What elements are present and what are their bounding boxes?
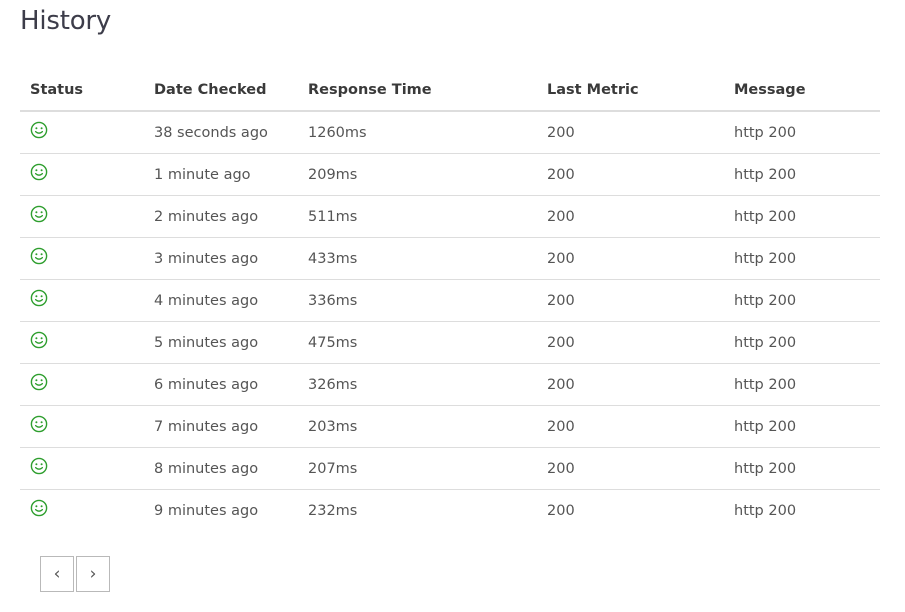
response-time-cell: 511ms [298, 195, 537, 238]
status-cell [20, 490, 144, 532]
next-page-button[interactable]: › [76, 556, 110, 592]
last-metric-cell: 200 [537, 405, 724, 448]
message-cell: http 200 [724, 447, 880, 490]
message-cell: http 200 [724, 237, 880, 280]
status-cell [20, 237, 144, 280]
smiley-face-icon [30, 205, 48, 223]
history-table: Status Date Checked Response Time Last M… [20, 70, 880, 531]
page-title: History [20, 6, 112, 36]
smiley-face-icon [30, 121, 48, 139]
smiley-face-icon [30, 457, 48, 475]
response-time-cell: 232ms [308, 502, 358, 519]
status-cell [20, 405, 144, 448]
last-metric-cell: 200 [537, 363, 724, 406]
status-cell [20, 363, 144, 406]
status-cell [20, 279, 144, 322]
date-checked-cell: 9 minutes ago [154, 502, 259, 519]
status-cell [20, 447, 144, 490]
message-cell: http 200 [724, 363, 880, 406]
smiley-face-icon [30, 163, 48, 181]
previous-page-button[interactable]: ‹ [40, 556, 74, 592]
smiley-face-icon [30, 331, 48, 349]
response-time-cell: 326ms [298, 363, 537, 406]
table-row: 8 minutes ago 207ms 200 http 200 [20, 447, 880, 490]
smiley-face-icon [30, 415, 48, 433]
chevron-right-icon: › [89, 564, 97, 584]
response-time-cell: 203ms [298, 405, 537, 448]
last-metric-cell: 200 [547, 502, 575, 519]
response-time-cell: 209ms [298, 153, 537, 196]
column-header-date-checked: Date Checked [144, 70, 298, 112]
response-time-cell: 1260ms [298, 111, 537, 154]
header-row: Status Date Checked Response Time Last M… [20, 70, 880, 112]
table-row: 2 minutes ago 511ms 200 http 200 [20, 195, 880, 238]
date-checked-cell: 8 minutes ago [144, 447, 298, 490]
last-metric-cell: 200 [537, 111, 724, 154]
message-cell: http 200 [724, 405, 880, 448]
response-time-cell: 475ms [298, 321, 537, 364]
date-checked-cell: 7 minutes ago [144, 405, 298, 448]
smiley-face-icon [30, 289, 48, 307]
last-metric-cell: 200 [537, 321, 724, 364]
status-cell [20, 195, 144, 238]
table-row: 7 minutes ago 203ms 200 http 200 [20, 405, 880, 448]
status-cell [20, 111, 144, 154]
date-checked-cell: 2 minutes ago [144, 195, 298, 238]
message-cell: http 200 [724, 321, 880, 364]
date-checked-cell: 38 seconds ago [144, 111, 298, 154]
smiley-face-icon [30, 247, 48, 265]
date-checked-cell: 3 minutes ago [144, 237, 298, 280]
table-body: 38 seconds ago 1260ms 200 http 200 1 minute … [20, 111, 880, 531]
response-time-cell: 207ms [298, 447, 537, 490]
column-header-status: Status [20, 70, 144, 112]
last-metric-cell: 200 [537, 195, 724, 238]
last-metric-cell: 200 [537, 447, 724, 490]
response-time-cell: 336ms [298, 279, 537, 322]
smiley-face-icon [30, 499, 48, 517]
date-checked-cell: 5 minutes ago [144, 321, 298, 364]
table-header: Status Date Checked Response Time Last M… [20, 70, 880, 112]
status-cell [20, 153, 144, 196]
message-cell: http 200 [724, 111, 880, 154]
table-row: 9 minutes ago 232ms 200 http 200 [20, 490, 880, 532]
table-row: 6 minutes ago 326ms 200 http 200 [20, 363, 880, 406]
date-checked-cell: 1 minute ago [144, 153, 298, 196]
date-checked-cell: 4 minutes ago [144, 279, 298, 322]
table-row: 38 seconds ago 1260ms 200 http 200 [20, 111, 880, 154]
table-row: 1 minute ago 209ms 200 http 200 [20, 153, 880, 196]
column-header-message: Message [724, 70, 880, 112]
chevron-left-icon: ‹ [53, 564, 61, 584]
column-header-last-metric: Last Metric [537, 70, 724, 112]
table-row: 3 minutes ago 433ms 200 http 200 [20, 237, 880, 280]
status-cell [20, 321, 144, 364]
message-cell: http 200 [734, 502, 797, 519]
last-metric-cell: 200 [537, 237, 724, 280]
message-cell: http 200 [724, 195, 880, 238]
smiley-face-icon [30, 373, 48, 391]
last-metric-cell: 200 [537, 279, 724, 322]
column-header-response-time: Response Time [298, 70, 537, 112]
last-metric-cell: 200 [537, 153, 724, 196]
response-time-cell: 433ms [298, 237, 537, 280]
date-checked-cell: 6 minutes ago [144, 363, 298, 406]
message-cell: http 200 [724, 279, 880, 322]
message-cell: http 200 [724, 153, 880, 196]
table-row: 5 minutes ago 475ms 200 http 200 [20, 321, 880, 364]
table-row: 4 minutes ago 336ms 200 http 200 [20, 279, 880, 322]
pagination: ‹ › [40, 556, 110, 592]
